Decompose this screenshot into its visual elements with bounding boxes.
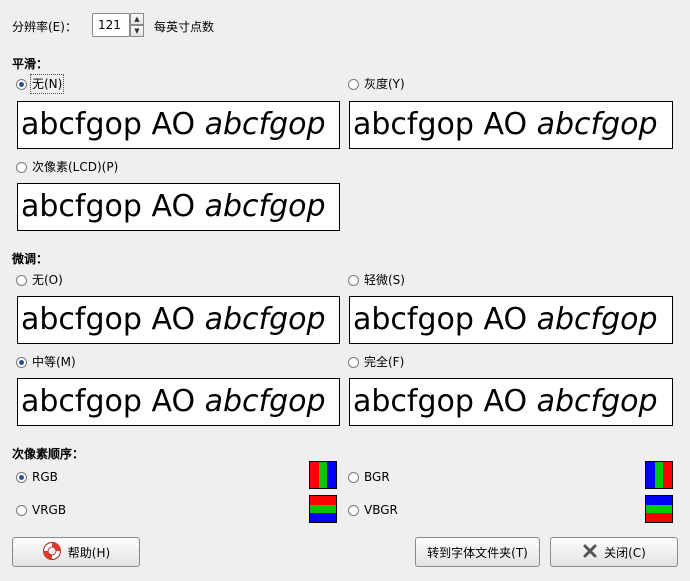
lifebuoy-icon (42, 541, 62, 564)
subpixel-vrgb-label: VRGB (32, 503, 67, 517)
radio-unselected-icon (348, 274, 359, 286)
preview-italic-text: abcfgop (536, 384, 658, 419)
swatch-stripe (310, 462, 319, 488)
smoothing-none-label: 无(N) (29, 74, 65, 94)
preview-italic-text: abcfgop (204, 189, 326, 224)
preview-regular-text: abcfgop AO (353, 302, 537, 337)
hinting-none-label: 无(O) (32, 273, 63, 287)
spin-down-icon[interactable]: ▼ (130, 25, 144, 37)
smoothing-gray-label: 灰度(Y) (364, 77, 405, 91)
swatch-stripe (310, 504, 336, 514)
radio-unselected-icon (16, 274, 27, 286)
swatch-stripe (646, 504, 672, 514)
hinting-heading: 微调： (12, 252, 49, 266)
swatch-stripe (318, 462, 328, 488)
close-x-icon (582, 543, 598, 562)
rgb-swatch-icon (309, 461, 337, 489)
radio-unselected-icon (348, 356, 359, 368)
resolution-input[interactable]: 121 (92, 13, 130, 37)
vbgr-swatch-icon (645, 495, 673, 523)
swatch-stripe (327, 462, 336, 488)
subpixel-rgb-label: RGB (32, 470, 58, 484)
preview-smoothing-none[interactable]: abcfgop AO abcfgop (17, 101, 340, 149)
bgr-swatch-icon (645, 461, 673, 489)
hinting-full-radio[interactable]: 完全(F) (348, 354, 404, 370)
preview-hinting-full[interactable]: abcfgop AO abcfgop (349, 378, 673, 426)
preview-regular-text: abcfgop AO (21, 189, 205, 224)
preview-italic-text: abcfgop (204, 107, 326, 142)
close-button-label: 关闭(C) (604, 545, 646, 560)
preview-regular-text: abcfgop AO (21, 302, 205, 337)
close-button[interactable]: 关闭(C) (550, 537, 678, 567)
subpixel-bgr-label: BGR (364, 470, 390, 484)
radio-selected-icon (16, 78, 27, 90)
swatch-stripe (663, 462, 672, 488)
preview-hinting-none[interactable]: abcfgop AO abcfgop (17, 296, 340, 344)
smoothing-subpixel-radio[interactable]: 次像素(LCD)(P) (16, 159, 118, 175)
swatch-stripe (654, 462, 664, 488)
preview-regular-text: abcfgop AO (21, 384, 205, 419)
preview-regular-text: abcfgop AO (353, 107, 537, 142)
hinting-none-radio[interactable]: 无(O) (16, 272, 63, 288)
radio-unselected-icon (16, 504, 27, 516)
subpixel-heading: 次像素顺序： (12, 447, 85, 461)
preview-regular-text: abcfgop AO (353, 384, 537, 419)
radio-unselected-icon (16, 161, 27, 173)
subpixel-vbgr-radio[interactable]: VBGR (348, 502, 398, 518)
smoothing-none-radio[interactable]: 无(N) (16, 74, 65, 94)
radio-unselected-icon (348, 78, 359, 90)
radio-selected-icon (16, 471, 27, 483)
goto-font-folder-button[interactable]: 转到字体文件夹(T) (415, 537, 540, 567)
subpixel-bgr-radio[interactable]: BGR (348, 469, 390, 485)
swatch-stripe (646, 496, 672, 505)
hinting-full-label: 完全(F) (364, 355, 405, 369)
preview-smoothing-gray[interactable]: abcfgop AO abcfgop (349, 101, 673, 149)
preview-italic-text: abcfgop (536, 107, 658, 142)
preview-smoothing-subpixel[interactable]: abcfgop AO abcfgop (17, 183, 340, 231)
hinting-slight-label: 轻微(S) (364, 273, 405, 287)
preview-italic-text: abcfgop (536, 302, 658, 337)
subpixel-vbgr-label: VBGR (364, 503, 398, 517)
radio-unselected-icon (348, 471, 359, 483)
resolution-spinbutton[interactable]: 121 ▲ ▼ (92, 13, 144, 39)
spin-up-icon[interactable]: ▲ (130, 13, 144, 25)
smoothing-gray-radio[interactable]: 灰度(Y) (348, 76, 405, 92)
vrgb-swatch-icon (309, 495, 337, 523)
swatch-stripe (310, 496, 336, 505)
subpixel-rgb-radio[interactable]: RGB (16, 469, 58, 485)
help-button-label: 帮助(H) (67, 545, 111, 560)
help-button[interactable]: 帮助(H) (12, 537, 140, 567)
swatch-stripe (310, 513, 336, 522)
preview-regular-text: abcfgop AO (21, 107, 205, 142)
goto-font-folder-label: 转到字体文件夹(T) (427, 545, 528, 560)
smoothing-subpixel-label: 次像素(LCD)(P) (32, 160, 119, 174)
preview-italic-text: abcfgop (204, 384, 326, 419)
radio-unselected-icon (348, 504, 359, 516)
hinting-slight-radio[interactable]: 轻微(S) (348, 272, 405, 288)
hinting-medium-label: 中等(M) (32, 355, 76, 369)
radio-selected-icon (16, 356, 27, 368)
preview-hinting-slight[interactable]: abcfgop AO abcfgop (349, 296, 673, 344)
preview-hinting-medium[interactable]: abcfgop AO abcfgop (17, 378, 340, 426)
swatch-stripe (646, 513, 672, 522)
hinting-medium-radio[interactable]: 中等(M) (16, 354, 76, 370)
resolution-label: 分辨率(E)： (12, 20, 77, 34)
subpixel-vrgb-radio[interactable]: VRGB (16, 502, 66, 518)
swatch-stripe (646, 462, 655, 488)
resolution-unit: 每英寸点数 (154, 20, 215, 34)
preview-italic-text: abcfgop (204, 302, 326, 337)
smoothing-heading: 平滑： (12, 57, 49, 71)
